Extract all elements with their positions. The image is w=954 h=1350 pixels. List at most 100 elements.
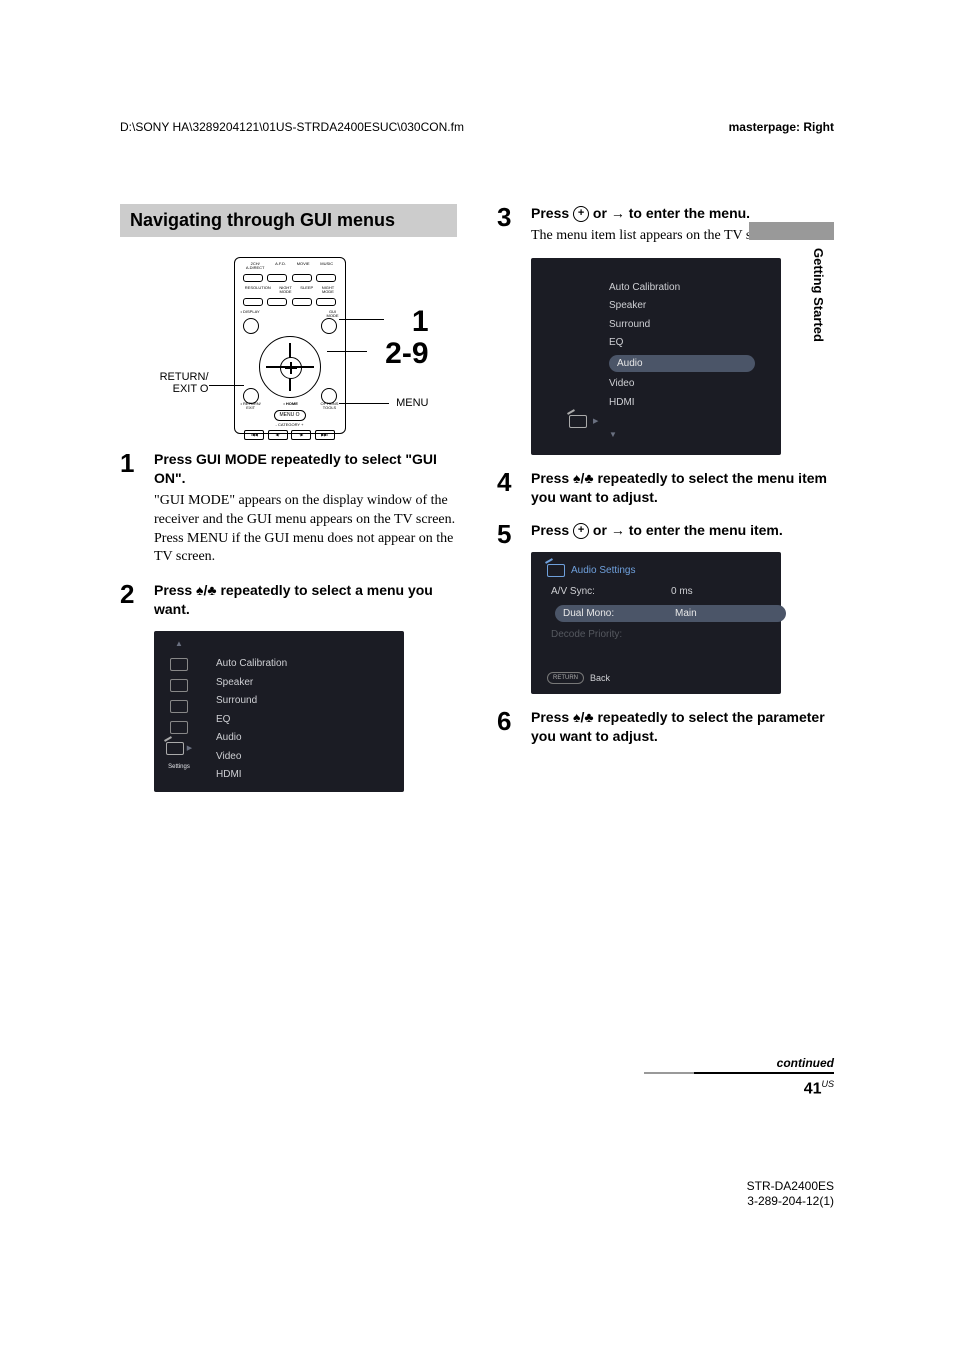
settings-icon — [166, 742, 184, 755]
step-body: Press + or → to enter the menu item. Aud… — [531, 521, 834, 694]
list-item: Video — [216, 750, 287, 764]
settings-grid: A/V Sync: 0 ms Dual Mono: Main Decode Pr… — [551, 585, 773, 642]
pill-btn — [243, 274, 263, 282]
remote-display-gui: • DISPLAY GUI MODE — [241, 310, 339, 318]
am-icon — [170, 679, 188, 692]
callout-1: 1 — [412, 305, 429, 339]
pill-btn — [243, 298, 263, 306]
down-caret-icon: ▼ — [609, 430, 773, 441]
remote-dpad — [259, 336, 321, 398]
continued-rule — [694, 1072, 834, 1074]
settings-icon — [547, 564, 565, 577]
gui-screenshot-settings: Audio Settings A/V Sync: 0 ms Dual Mono:… — [531, 552, 781, 694]
step-1: 1 Press GUI MODE repeatedly to select "G… — [120, 450, 457, 567]
leader-line — [339, 403, 389, 404]
remote-diagram: RETURN/ EXIT O 1 2-9 MENU 2CH/ A.DIRECT … — [149, 257, 429, 434]
tab-marker — [749, 222, 834, 240]
remote-labels-2: RESOLUTION NIGHT MODE SLEEP NIGHT MODE — [241, 286, 339, 294]
step-body: Press + or → to enter the menu. The menu… — [531, 204, 834, 455]
pill-btn — [316, 274, 336, 282]
list-item: Auto Calibration — [216, 657, 287, 671]
list-item: Surround — [609, 318, 773, 332]
gui-menu-list: Auto Calibration Speaker Surround EQ Aud… — [609, 281, 773, 410]
up-down-icon: ♠/♣ — [196, 582, 217, 598]
step-title: Press GUI MODE repeatedly to select "GUI… — [154, 450, 457, 488]
content-columns: Navigating through GUI menus RETURN/ EXI… — [120, 204, 834, 792]
list-item: HDMI — [216, 768, 287, 782]
step-title: Press ♠/♣ repeatedly to select the param… — [531, 708, 834, 746]
settings-icon — [569, 415, 587, 428]
gui-screenshot-submenu: ▲ Auto Calibration Speaker Surround EQ A… — [531, 258, 781, 455]
manual-page: D:\SONY HA\3289204121\01US-STRDA2400ESUC… — [0, 0, 954, 1350]
pill-btn — [292, 274, 312, 282]
right-caret-icon: ▶ — [187, 744, 192, 753]
step-number: 3 — [497, 204, 517, 455]
list-item: Audio — [216, 731, 287, 745]
gui-screenshot-menu: ▲ ▶ Settings — [154, 631, 404, 792]
table-row-highlighted: Dual Mono: Main — [555, 605, 786, 623]
enter-icon: + — [573, 523, 589, 539]
masterpage-label: masterpage: Right — [729, 120, 834, 134]
sr-icon — [170, 721, 188, 734]
step-number: 2 — [120, 581, 140, 791]
table-row: A/V Sync: 0 ms — [551, 585, 773, 599]
back-label: Back — [590, 672, 610, 684]
list-item-highlighted: Audio — [609, 355, 755, 373]
step-desc: "GUI MODE" appears on the display window… — [154, 492, 457, 568]
pill-btn — [267, 274, 287, 282]
circle-btn — [243, 318, 259, 334]
right-arrow-icon: → — [611, 522, 625, 538]
gui-footer-icon: ▶ — [569, 415, 773, 428]
remote-circles — [243, 318, 337, 334]
right-column: 3 Press + or → to enter the menu. The me… — [497, 204, 834, 792]
list-item: Video — [609, 377, 773, 391]
step-body: Press GUI MODE repeatedly to select "GUI… — [154, 450, 457, 567]
section-heading: Navigating through GUI menus — [120, 204, 457, 237]
header-row: D:\SONY HA\3289204121\01US-STRDA2400ESUC… — [120, 120, 834, 134]
left-column: Navigating through GUI menus RETURN/ EXI… — [120, 204, 457, 792]
remote-top-labels: 2CH/ A.DIRECT A.F.D. MOVIE MUSIC — [241, 262, 339, 270]
step-number: 6 — [497, 708, 517, 746]
continued-label: continued — [777, 1056, 834, 1070]
list-item: EQ — [609, 336, 773, 350]
section-side-label: Getting Started — [811, 248, 826, 342]
callout-return-exit: RETURN/ EXIT O — [139, 371, 209, 395]
settings-label: Settings — [168, 763, 190, 771]
step-title: Press ♠/♣ repeatedly to select a menu yo… — [154, 581, 457, 619]
remote-home-row: • RETURN/ EXIT • HOME OPTIONS TOOLS — [241, 402, 339, 410]
step-6: 6 Press ♠/♣ repeatedly to select the par… — [497, 708, 834, 746]
remote-transport: I◀◀ ◀· ·▶ ▶▶I — [243, 430, 337, 440]
step-title: Press + or → to enter the menu item. — [531, 521, 834, 540]
remote-category: - CATEGORY + — [235, 423, 345, 427]
step-title: Press + or → to enter the menu. — [531, 204, 834, 223]
step-4: 4 Press ♠/♣ repeatedly to select the men… — [497, 469, 834, 507]
xm-icon — [170, 700, 188, 713]
pill-btn — [292, 298, 312, 306]
circle-btn — [321, 318, 337, 334]
remote-pill-row — [241, 274, 339, 282]
step-body: Press ♠/♣ repeatedly to select the param… — [531, 708, 834, 746]
gui-footer: RETURN Back — [547, 672, 773, 684]
list-item: Auto Calibration — [609, 281, 773, 295]
remote-pill-row — [241, 298, 339, 306]
step-2: 2 Press ♠/♣ repeatedly to select a menu … — [120, 581, 457, 791]
return-button-icon: RETURN — [547, 672, 584, 684]
remote-body: 2CH/ A.DIRECT A.F.D. MOVIE MUSIC RESOLUT… — [234, 257, 346, 434]
gui-source-bar: ▲ ▶ Settings — [162, 639, 196, 782]
right-caret-icon: ▶ — [593, 417, 598, 426]
pill-btn — [267, 298, 287, 306]
dpad-center — [280, 357, 302, 379]
up-down-icon: ♠/♣ — [573, 709, 594, 725]
enter-icon: + — [573, 206, 589, 222]
footer-model: STR-DA2400ES 3-289-204-12(1) — [747, 1179, 834, 1210]
up-down-icon: ♠/♣ — [573, 470, 594, 486]
step-3: 3 Press + or → to enter the menu. The me… — [497, 204, 834, 455]
step-number: 1 — [120, 450, 140, 567]
step-5: 5 Press + or → to enter the menu item. A… — [497, 521, 834, 694]
fm-icon — [170, 658, 188, 671]
table-row-disabled: Decode Priority: — [551, 628, 773, 642]
list-item: Surround — [216, 694, 287, 708]
step-number: 4 — [497, 469, 517, 507]
step-title: Press ♠/♣ repeatedly to select the menu … — [531, 469, 834, 507]
list-item: HDMI — [609, 396, 773, 410]
